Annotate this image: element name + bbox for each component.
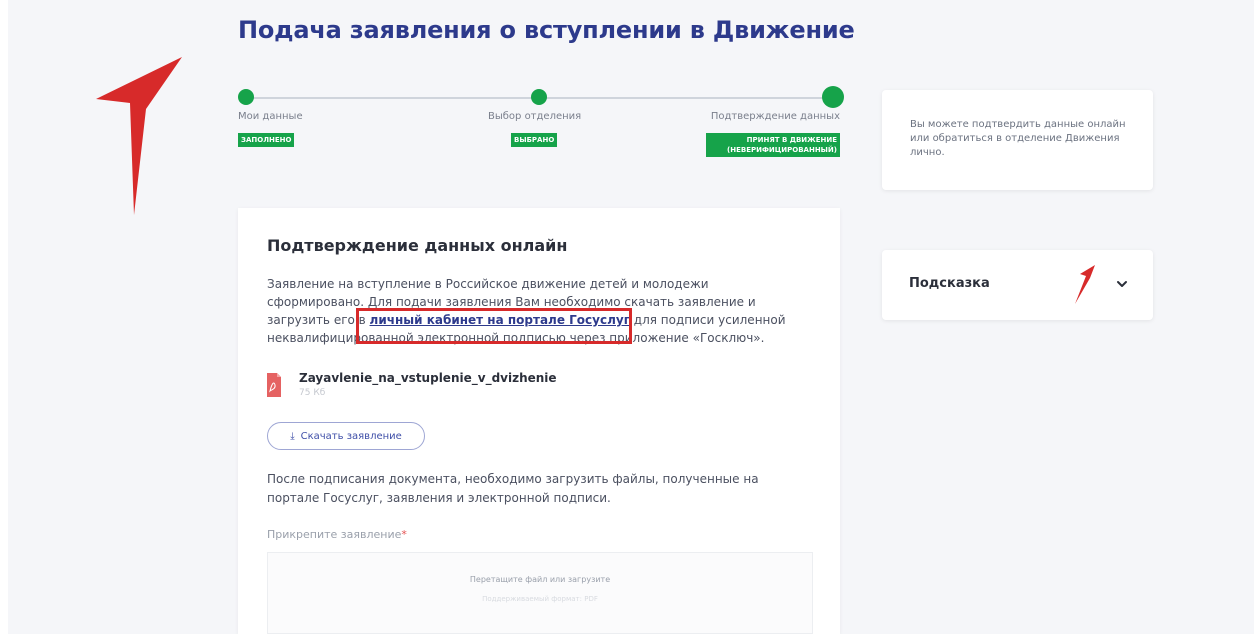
confirmation-card: Подтверждение данных онлайн Заявление на… [238,208,840,634]
step-1-dot [238,89,254,105]
required-mark: * [401,528,407,541]
annotation-arrow-large [96,57,182,215]
file-name[interactable]: Zayavlenie_na_vstuplenie_v_dvizhenie [299,371,557,385]
dropzone-text: Перетащите файл или загрузите [469,575,611,584]
step-3-label: Подтверждение данных [710,111,840,122]
file-dropzone[interactable]: Перетащите файл или загрузите Поддержива… [267,552,813,634]
info-card: Вы можете подтвердить данные онлайн или … [882,90,1153,190]
file-size: 75 Кб [299,388,326,398]
download-button-label: Скачать заявление [300,430,402,442]
download-icon: ⤓ [290,430,295,442]
dropzone-format-hint: Поддерживаемый формат: PDF [482,595,598,603]
attach-application-label: Прикрепите заявление* [267,528,407,541]
page-title: Подача заявления о вступлении в Движение [238,16,855,44]
download-application-button[interactable]: ⤓ Скачать заявление [267,422,425,450]
step-3-status-badge: ПРИНЯТ В ДВИЖЕНИЕ (НЕВЕРИФИЦИРОВАННЫЙ) [706,133,840,157]
hint-title: Подсказка [909,276,990,291]
step-2-dot [531,89,547,105]
step-1-status-badge: ЗАПОЛНЕНО [238,133,295,147]
step-2-label: Выбор отделения [488,111,582,122]
upload-instructions-text: После подписания документа, необходимо з… [267,472,759,505]
card-title: Подтверждение данных онлайн [267,236,568,255]
info-card-text: Вы можете подтвердить данные онлайн или … [910,119,1126,158]
step-3-dot [822,86,844,108]
annotation-arrow-small [1075,265,1095,304]
step-1-label: Мои данные [238,111,303,122]
hint-accordion[interactable]: Подсказка [882,250,1153,320]
annotation-highlight-box [356,308,632,344]
pdf-file-icon [267,373,281,397]
attach-label-text: Прикрепите заявление [267,528,402,541]
step-2-status-badge: ВЫБРАНО [511,133,558,147]
chevron-down-icon[interactable] [1116,278,1128,290]
